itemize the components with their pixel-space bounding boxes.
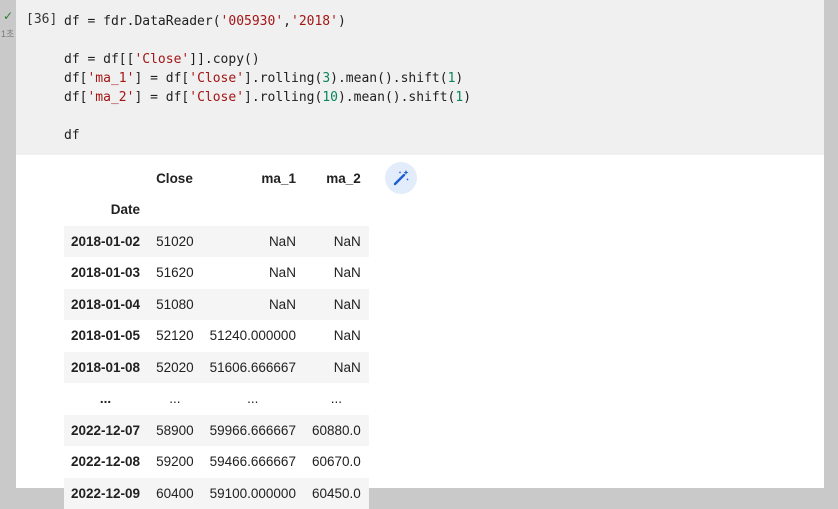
cell-close: 52120 (148, 320, 202, 352)
cell-close: 58900 (148, 415, 202, 447)
column-header: ma_1 (202, 163, 304, 194)
cell-close: 59200 (148, 446, 202, 478)
cell-ma-2: 60880.0 (304, 415, 369, 447)
row-index-date: 2018-01-04 (64, 289, 148, 321)
code-line: df = df[['Close']].copy() (64, 52, 260, 67)
magic-wand-button[interactable] (385, 162, 417, 194)
row-index-date: ... (64, 383, 148, 415)
cell-ma-2: NaN (304, 289, 369, 321)
dataframe-table: Close ma_1 ma_2 Date 2018-01-0251020NaNN… (64, 163, 369, 509)
execution-time: 1초 (1, 27, 14, 40)
cell-ma-1: 59466.666667 (202, 446, 304, 478)
cell-ma-2: NaN (304, 226, 369, 258)
table-row: 2018-01-085202051606.666667NaN (64, 352, 369, 384)
row-index-date: 2018-01-05 (64, 320, 148, 352)
check-icon: ✓ (3, 10, 13, 22)
code-line: df['ma_1'] = df['Close'].rolling(3).mean… (64, 71, 463, 86)
notebook-cell: [36] df = fdr.DataReader('005930','2018'… (16, 0, 824, 488)
table-row: 2018-01-0251020NaNNaN (64, 226, 369, 258)
row-index-date: 2022-12-08 (64, 446, 148, 478)
cell-ma-2: ... (304, 383, 369, 415)
cell-ma-1: 51606.666667 (202, 352, 304, 384)
cell-ma-1: NaN (202, 257, 304, 289)
corner-cell (64, 163, 148, 194)
table-row: 2022-12-075890059966.66666760880.0 (64, 415, 369, 447)
cell-output: Close ma_1 ma_2 Date 2018-01-0251020NaNN… (64, 163, 369, 509)
table-row: 2018-01-0451080NaNNaN (64, 289, 369, 321)
cell-close: ... (148, 383, 202, 415)
column-header: ma_2 (304, 163, 369, 194)
ellipsis-row: ............ (64, 383, 369, 415)
cell-ma-1: 59100.000000 (202, 478, 304, 509)
table-row: 2018-01-055212051240.000000NaN (64, 320, 369, 352)
code-line: df['ma_2'] = df['Close'].rolling(10).mea… (64, 90, 471, 105)
cell-ma-1: 51240.000000 (202, 320, 304, 352)
code-line: df (64, 128, 80, 143)
cell-close: 60400 (148, 478, 202, 509)
row-index-date: 2022-12-07 (64, 415, 148, 447)
row-index-date: 2018-01-03 (64, 257, 148, 289)
cell-ma-2: 60450.0 (304, 478, 369, 509)
code-text[interactable]: df = fdr.DataReader('005930','2018') df … (64, 12, 471, 145)
cell-ma-2: NaN (304, 257, 369, 289)
cell-ma-1: 59966.666667 (202, 415, 304, 447)
column-header-row: Close ma_1 ma_2 (64, 163, 369, 194)
magic-wand-icon (391, 168, 411, 188)
cell-ma-1: NaN (202, 226, 304, 258)
index-name-row: Date (64, 194, 369, 226)
cell-ma-2: NaN (304, 320, 369, 352)
cell-ma-1: ... (202, 383, 304, 415)
cell-ma-2: 60670.0 (304, 446, 369, 478)
cell-close: 51080 (148, 289, 202, 321)
execution-count: [36] (26, 12, 57, 27)
table-row: 2018-01-0351620NaNNaN (64, 257, 369, 289)
table-row: 2022-12-085920059466.66666760670.0 (64, 446, 369, 478)
column-header: Close (148, 163, 202, 194)
cell-ma-1: NaN (202, 289, 304, 321)
index-name: Date (64, 194, 148, 226)
cell-close: 52020 (148, 352, 202, 384)
row-index-date: 2018-01-08 (64, 352, 148, 384)
cell-close: 51620 (148, 257, 202, 289)
table-row: 2022-12-096040059100.00000060450.0 (64, 478, 369, 509)
cell-gutter: ✓ 1초 (0, 0, 16, 504)
cell-close: 51020 (148, 226, 202, 258)
row-index-date: 2022-12-09 (64, 478, 148, 509)
code-editor[interactable]: [36] df = fdr.DataReader('005930','2018'… (16, 0, 824, 155)
cell-ma-2: NaN (304, 352, 369, 384)
code-line: df = fdr.DataReader('005930','2018') (64, 14, 346, 29)
row-index-date: 2018-01-02 (64, 226, 148, 258)
